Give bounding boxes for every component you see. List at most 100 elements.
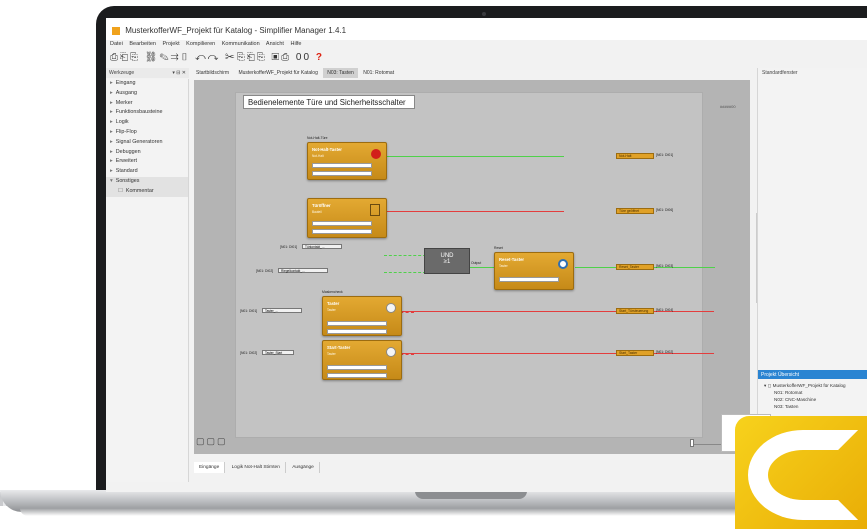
right-panel-title: Standardfenster	[762, 70, 798, 76]
sidebar-item-label: Kommentar	[125, 187, 154, 194]
param-row	[312, 163, 372, 168]
output-tag[interactable]: Reset_Taster	[616, 264, 654, 270]
sidebar-item-standard[interactable]: ▸ Standard	[106, 167, 188, 177]
project-tree: ▾ ◻ MusterkofferWF_Projekt für Katalog N…	[764, 382, 846, 410]
block-subtitle: Taster	[499, 264, 508, 268]
expand-icon: ▸	[110, 80, 113, 86]
menu-ansicht[interactable]: Ansicht	[266, 41, 284, 47]
param-row	[327, 321, 387, 326]
panel-pin-icon[interactable]: ▾ ⊟ ✕	[172, 70, 186, 76]
expand-icon: ▸	[110, 119, 113, 126]
estop-icon	[371, 149, 381, 159]
tools-panel-header: Werkzeuge ▾ ⊟ ✕	[106, 68, 189, 78]
input-address: [N01: DI02]	[240, 351, 258, 355]
toolbar-icons[interactable]: ⎙⎗⎘ ⛓✎⇉▯ ↶↷ ✂⎘⎗⎘ ▣⎙ 00	[110, 52, 311, 63]
output-tag[interactable]: Start_Türsteuerung	[616, 308, 654, 314]
expand-icon: ▸	[110, 148, 113, 155]
wire-not-halt	[386, 156, 564, 157]
input-address: [N01: DI02]	[256, 269, 274, 273]
param-row	[312, 221, 372, 226]
sidebar-item-label: Ausgang	[115, 89, 137, 96]
tab-ausgaenge[interactable]: Ausgänge	[287, 462, 320, 473]
sidebar-item-merker[interactable]: ▸ Merker	[106, 99, 188, 109]
wire-in-2	[384, 272, 426, 273]
tab-eingaenge[interactable]: Eingänge	[194, 462, 226, 473]
reset-button-icon	[558, 259, 568, 269]
zoom-indicator: #####00	[720, 104, 736, 109]
logic-canvas[interactable]: Bedienelemente Türe und Sicherheitsschal…	[194, 80, 750, 454]
sidebar-item-logik[interactable]: ▸ Logik	[106, 118, 188, 128]
sidebar-item-kommentar[interactable]: ☐ Kommentar	[106, 186, 188, 197]
sidebar-item-label: Flip-Flop	[115, 128, 137, 135]
menu-hilfe[interactable]: Hilfe	[290, 41, 301, 47]
and-output-label: Output	[471, 261, 482, 265]
menu-bearbeiten[interactable]: Bearbeiten	[129, 41, 156, 47]
zoom-slider-handle[interactable]	[690, 439, 694, 447]
output-tag[interactable]: Start_Taster	[616, 350, 654, 356]
menu-projekt[interactable]: Projekt	[163, 41, 180, 47]
and-block[interactable]: UND ≥1	[424, 248, 470, 274]
menu-datei[interactable]: Datei	[110, 41, 123, 47]
canvas-nav-buttons[interactable]: ▢▢▢	[196, 436, 228, 447]
block-title: Reset-Taster	[499, 257, 525, 262]
block-title: Taster	[327, 301, 340, 306]
sidebar-item-flip-flop[interactable]: ▸ Flip-Flop	[106, 128, 188, 138]
sheet-heading[interactable]: Bedienelemente Türe und Sicherheitsschal…	[243, 95, 415, 109]
comment-icon: ☐	[118, 187, 123, 194]
output-address: [N01: DI06]	[656, 208, 674, 212]
input-tag[interactable]: Taster_...	[262, 308, 302, 313]
input-tag[interactable]: Türkontakt_...	[302, 244, 342, 249]
sidebar-item-sonstiges[interactable]: ▾ Sonstiges	[106, 176, 188, 187]
tree-item-n02[interactable]: N02: CNC-Maschine	[764, 396, 846, 403]
block-tueroeffner[interactable]: Türöffner Bauteil	[307, 198, 387, 238]
block-start-taster[interactable]: Start-Taster Taster	[322, 340, 402, 380]
param-row	[312, 171, 372, 176]
tree-item-n01[interactable]: N01: Rotomat	[764, 389, 846, 396]
toolbar: ⎙⎗⎘ ⛓✎⇉▯ ↶↷ ✂⎘⎗⎘ ▣⎙ 00 ?	[106, 52, 867, 66]
block-title: Not-Halt-Taster	[312, 147, 342, 152]
expand-icon: ▸	[110, 138, 113, 145]
tab-project[interactable]: MusterkofferWF_Projekt für Katalog	[234, 68, 321, 78]
menu-kommunikation[interactable]: Kommunikation	[222, 41, 260, 47]
tab-startbildschirm[interactable]: Startbildschirm	[192, 68, 233, 78]
wire-in-1	[384, 255, 426, 256]
sidebar-item-signal-generatoren[interactable]: ▸ Signal Generatoren	[106, 138, 188, 148]
camera	[482, 12, 486, 16]
block-subtitle: Bauteil	[312, 210, 322, 214]
tab-logik[interactable]: Logik Not-Halt Stirnten	[227, 462, 286, 473]
sheet-tabs: Eingänge Logik Not-Halt Stirnten Ausgäng…	[194, 462, 750, 474]
tree-item-n03[interactable]: N03: Tasten	[764, 403, 846, 410]
input-tag[interactable]: Taster_Start	[262, 350, 294, 355]
input-tag[interactable]: Riegelkontakt_...	[278, 268, 328, 273]
sidebar-item-funktionsbausteine[interactable]: ▸ Funktionsbausteine	[106, 108, 188, 118]
expand-icon: ▸	[110, 128, 113, 135]
sidebar-item-erweitert[interactable]: ▸ Erweitert	[106, 157, 188, 167]
output-tag[interactable]: Türe geöffnet	[616, 208, 654, 214]
sidebar-item-label: Eingang	[115, 80, 136, 86]
group-label: Reset	[494, 246, 503, 250]
block-subtitle: Taster	[327, 308, 336, 312]
tools-sidebar: ▸ Eingang ▸ Ausgang ▸ Merker ▸ Funktionsbaus…	[106, 79, 189, 482]
param-row	[327, 329, 387, 334]
expand-icon: ▸	[110, 89, 113, 96]
menu-kompilieren[interactable]: Kompilieren	[186, 41, 215, 47]
sidebar-item-eingang[interactable]: ▸ Eingang	[106, 79, 188, 89]
app-icon	[112, 26, 120, 35]
button-icon	[386, 347, 396, 357]
param-row	[499, 277, 559, 282]
help-icon[interactable]: ?	[316, 52, 324, 63]
tab-n01-rotomat[interactable]: N01: Rotomat	[359, 68, 398, 78]
output-tag[interactable]: Not-Halt	[616, 153, 654, 159]
logo-letter-shape	[748, 430, 858, 520]
sidebar-item-label: Standard	[115, 168, 138, 175]
block-reset-taster[interactable]: Reset-Taster Taster	[494, 252, 574, 290]
input-address: [N01: DI01]	[280, 245, 298, 249]
sidebar-item-label: Logik	[115, 119, 129, 126]
wire-and-out	[470, 267, 494, 268]
block-taster[interactable]: Taster Taster	[322, 296, 402, 336]
sidebar-item-ausgang[interactable]: ▸ Ausgang	[106, 89, 188, 99]
block-not-halt-taster[interactable]: Not-Halt-Taster Not-Halt	[307, 142, 387, 180]
tab-n03-tasten[interactable]: N03: Tasten	[323, 68, 358, 78]
tree-item-project[interactable]: ▾ ◻ MusterkofferWF_Projekt für Katalog	[764, 382, 846, 389]
sidebar-item-debuggen[interactable]: ▸ Debuggen	[106, 148, 188, 158]
